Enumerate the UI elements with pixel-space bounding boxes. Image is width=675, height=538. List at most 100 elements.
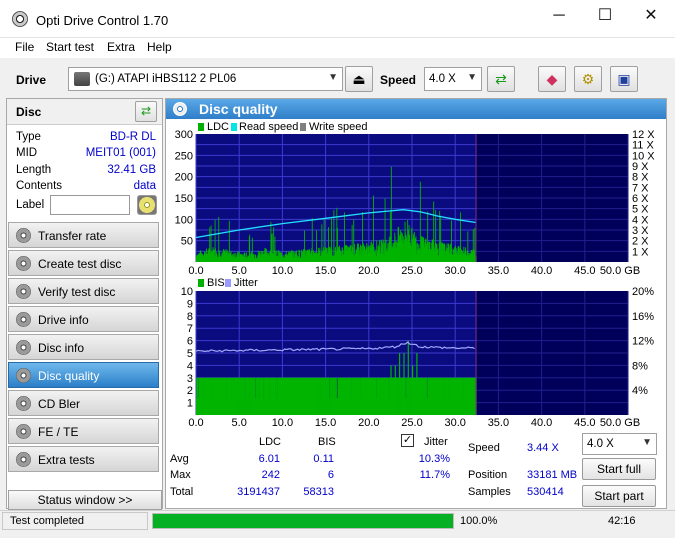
- x-tick-label: 25.0: [401, 417, 422, 429]
- nav-drive-info-button[interactable]: Drive info: [8, 306, 159, 332]
- drive-icon: [74, 72, 90, 86]
- disc-refresh-button[interactable]: ⇄: [135, 101, 157, 122]
- jitter-axis: 20% 16% 12% 8% 4%: [632, 286, 654, 397]
- y-tick-label: 7: [187, 323, 193, 335]
- nav-cd-bler-button[interactable]: CD Bler: [8, 390, 159, 416]
- nav-create-test-disc-button[interactable]: Create test disc: [8, 250, 159, 276]
- nav-extra-tests-button[interactable]: Extra tests: [8, 446, 159, 472]
- disc-quality-title: Disc quality: [199, 101, 278, 117]
- disc-title: Disc: [16, 105, 42, 119]
- test-speed-select[interactable]: 4.0 X ▼: [582, 433, 657, 455]
- nav-label: Drive info: [38, 313, 89, 327]
- y-tick-label: 300: [175, 129, 193, 141]
- speed-stat-label: Speed: [468, 442, 500, 454]
- minimize-button[interactable]: ─: [536, 0, 582, 32]
- y-tick-label: 10: [181, 286, 193, 298]
- legend-jitter: Jitter: [234, 277, 258, 289]
- ldc-x-axis: 0.0 5.0 10.0 15.0 20.0 25.0 30.0 35.0 40.0 45.0 50…: [188, 265, 640, 277]
- maximize-button[interactable]: ☐: [582, 0, 628, 32]
- ldc-speed-axis: 12 X11 X10 X9 X8 X7 X6 X5 X4 X3 X2 X1 X: [632, 129, 655, 258]
- legend-jitter-swatch: [225, 279, 231, 287]
- start-part-button[interactable]: Start part: [582, 485, 656, 507]
- save-button[interactable]: ▣: [610, 66, 638, 92]
- refresh-button[interactable]: ⇄: [487, 66, 515, 92]
- erase-button[interactable]: ◆: [538, 66, 566, 92]
- close-button[interactable]: ✕: [628, 0, 674, 32]
- disc-icon: [16, 340, 31, 355]
- menu-start-test[interactable]: Start test: [46, 40, 94, 54]
- menu-bar: [0, 38, 675, 58]
- samples-value: 530414: [527, 486, 564, 498]
- legend-write-speed-swatch: [300, 123, 306, 131]
- drive-select-value: (G:) ATAPI iHBS112 2 PL06: [95, 73, 237, 85]
- y-tick-label: 50: [181, 236, 193, 248]
- x-tick-label: 0.0: [188, 265, 203, 277]
- disc-icon: [16, 256, 31, 271]
- settings-button[interactable]: ⚙: [574, 66, 602, 92]
- disc-label-button[interactable]: [137, 195, 157, 215]
- x-tick-label: 45.0: [574, 265, 595, 277]
- x-tick-label: 40.0: [531, 265, 552, 277]
- jitter-tick-label: 4%: [632, 385, 648, 397]
- progress-bar: [152, 513, 454, 529]
- jitter-tick-label: 8%: [632, 360, 648, 372]
- nav-fe-te-button[interactable]: FE / TE: [8, 418, 159, 444]
- disc-icon: [16, 424, 31, 439]
- eject-button[interactable]: ⏏: [345, 66, 373, 92]
- speed-select[interactable]: 4.0 X ▼: [424, 67, 482, 91]
- jitter-tick-label: 20%: [632, 286, 654, 298]
- disc-label-input[interactable]: [50, 195, 130, 215]
- x-tick-label: 15.0: [315, 417, 336, 429]
- nav-disc-quality-button[interactable]: Disc quality: [8, 362, 159, 388]
- x-tick-label: 5.0: [232, 265, 247, 277]
- samples-label: Samples: [468, 486, 511, 498]
- stats-total-label: Total: [170, 486, 194, 498]
- bis-spike: [403, 353, 405, 415]
- jitter-checkbox[interactable]: ✓: [401, 434, 414, 447]
- nav-label: FE / TE: [38, 425, 79, 439]
- speed-label: Speed: [380, 73, 417, 87]
- disc-length-value: 32.41 GB: [107, 164, 156, 176]
- stats-avg-jitter: 10.3%: [418, 453, 450, 465]
- nav-disc-info-button[interactable]: Disc info: [8, 334, 159, 360]
- nav-label: Extra tests: [38, 453, 95, 467]
- disc-icon: [16, 228, 31, 243]
- status-window-button[interactable]: Status window >>: [8, 490, 162, 510]
- bis-spike: [399, 353, 401, 415]
- y-tick-label: 8: [187, 311, 193, 323]
- stats-jitter-header: Jitter: [424, 436, 448, 448]
- chevron-down-icon: ▼: [467, 72, 477, 83]
- x-tick-label: 40.0: [531, 417, 552, 429]
- position-value: 33181 MB: [527, 469, 578, 481]
- bis-spike: [412, 365, 414, 415]
- chevron-down-icon: ▼: [642, 437, 652, 448]
- ldc-y-axis: 300 250 200 150 100 50: [175, 129, 193, 248]
- bis-x-axis: 0.0 5.0 10.0 15.0 20.0 25.0 30.0 35.0 40.0 45.0 50…: [188, 417, 640, 429]
- jitter-tick-label: 16%: [632, 311, 654, 323]
- y-tick-label: 6: [187, 336, 193, 348]
- speed-stat-value: 3.44 X: [527, 442, 559, 454]
- disc-icon: [16, 284, 31, 299]
- menu-help[interactable]: Help: [147, 40, 172, 54]
- nav-transfer-rate-button[interactable]: Transfer rate: [8, 222, 159, 248]
- menu-extra[interactable]: Extra: [107, 40, 135, 54]
- ldc-bar: [419, 181, 421, 262]
- drive-select[interactable]: (G:) ATAPI iHBS112 2 PL06 ▼: [68, 67, 343, 91]
- x-tick-label: 20.0: [358, 265, 379, 277]
- start-full-button[interactable]: Start full: [582, 458, 656, 480]
- bis-spike: [394, 365, 396, 415]
- disc-quality-header: Disc quality: [166, 99, 666, 119]
- menu-file[interactable]: File: [15, 40, 34, 54]
- y-tick-label: 3: [187, 373, 193, 385]
- stats-avg-label: Avg: [170, 453, 189, 465]
- nav-verify-test-disc-button[interactable]: Verify test disc: [8, 278, 159, 304]
- legend-ldc-swatch: [198, 123, 204, 131]
- y-tick-label: 2: [187, 385, 193, 397]
- jitter-tick-label: 12%: [632, 336, 654, 348]
- status-text: Test completed: [10, 515, 84, 527]
- speed-tick-label: 1 X: [632, 246, 649, 258]
- disc-mid-label: MID: [16, 147, 38, 159]
- stats-max-label: Max: [170, 469, 191, 481]
- legend-read-speed: Read speed: [239, 121, 298, 133]
- speed-select-value: 4.0 X: [429, 73, 456, 85]
